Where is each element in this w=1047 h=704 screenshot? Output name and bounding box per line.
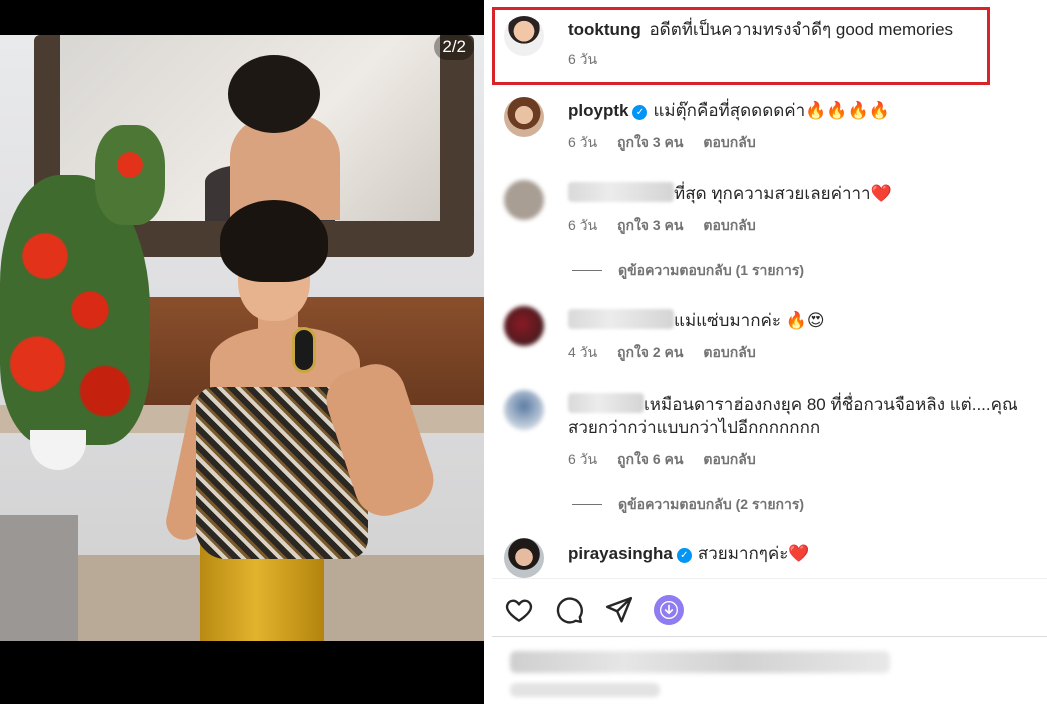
comment-username[interactable]: pirayasingha (568, 544, 673, 563)
download-icon[interactable] (654, 595, 684, 625)
blurred-username[interactable] (568, 309, 674, 329)
comment-text: ที่สุด ทุกความสวยเลยค่าาา❤️ (674, 184, 892, 203)
view-replies-label: ดูข้อความตอบกลับ (1 รายการ) (618, 262, 805, 278)
avatar[interactable] (504, 97, 544, 137)
avatar[interactable] (504, 306, 544, 346)
comment-text-line: pirayasingha ✓ สวยมากๆค่ะ❤️ (568, 542, 810, 565)
comment-text: แม่ตุ๊กคือที่สุดดดดค่า🔥🔥🔥🔥 (653, 101, 890, 120)
view-replies-button[interactable]: ดูข้อความตอบกลับ (2 รายการ) (572, 494, 804, 516)
replies-divider (572, 270, 602, 271)
comment-like-count[interactable]: ถูกใจ 2 คน (617, 344, 684, 360)
photo-hair (220, 200, 328, 282)
blurred-username[interactable] (568, 393, 644, 413)
heart-icon[interactable] (504, 595, 534, 625)
comment-meta: 6 วัน ถูกใจ 6 คน ตอบกลับ (568, 449, 772, 471)
likes-summary-area (492, 636, 1047, 704)
post-action-bar (492, 578, 1047, 636)
blurred-caption-text (510, 683, 660, 697)
avatar[interactable] (504, 538, 544, 578)
comment-meta: 6 วัน ถูกใจ 3 คน ตอบกลับ (568, 215, 772, 237)
comment-time[interactable]: 6 วัน (568, 451, 597, 467)
comment-time[interactable]: 6 วัน (568, 217, 597, 233)
share-icon[interactable] (604, 595, 634, 625)
comment-text-line: เหมือนดาราฮ่องกงยุค 80 ที่ชื่อกวนจือหลิง… (568, 393, 1038, 439)
photo-reflection-hair (228, 55, 320, 133)
avatar[interactable] (504, 390, 544, 430)
post-media: 2/2 (0, 0, 484, 704)
photo-necklace (292, 327, 316, 373)
comment-reply-button[interactable]: ตอบกลับ (703, 344, 755, 360)
comment-meta: 6 วัน ถูกใจ 3 คน ตอบกลับ (568, 132, 772, 154)
comment-text-line: แม่แซ่บมากค่ะ 🔥😍 (568, 309, 825, 332)
comment-like-count[interactable]: ถูกใจ 6 คน (617, 451, 684, 467)
view-replies-label: ดูข้อความตอบกลับ (2 รายการ) (618, 496, 805, 512)
media-counter: 2/2 (434, 34, 474, 60)
comment-icon[interactable] (554, 595, 584, 625)
comment-reply-button[interactable]: ตอบกลับ (703, 451, 755, 467)
post-photo[interactable] (0, 35, 484, 641)
comment-text: สวยมากๆค่ะ❤️ (697, 544, 810, 563)
verified-badge-icon: ✓ (676, 548, 692, 563)
highlight-box (492, 7, 990, 85)
comment-username[interactable]: ployptk (568, 101, 628, 120)
comment-like-count[interactable]: ถูกใจ 3 คน (617, 134, 684, 150)
avatar[interactable] (504, 180, 544, 220)
photo-vase (30, 430, 86, 470)
comment-reply-button[interactable]: ตอบกลับ (703, 217, 755, 233)
comment-time[interactable]: 6 วัน (568, 134, 597, 150)
comment-time[interactable]: 4 วัน (568, 344, 597, 360)
comment-like-count[interactable]: ถูกใจ 3 คน (617, 217, 684, 233)
blurred-likes-text (510, 651, 890, 673)
photo-stone-pillar (0, 515, 78, 641)
verified-badge-icon: ✓ (632, 105, 648, 120)
replies-divider (572, 504, 602, 505)
comment-text: แม่แซ่บมากค่ะ 🔥😍 (674, 311, 825, 330)
comment-reply-button[interactable]: ตอบกลับ (703, 134, 755, 150)
blurred-username[interactable] (568, 182, 674, 202)
photo-flowers-in-mirror (95, 125, 165, 225)
comment-text-line: ployptk ✓ แม่ตุ๊กคือที่สุดดดดค่า🔥🔥🔥🔥 (568, 99, 890, 122)
view-replies-button[interactable]: ดูข้อความตอบกลับ (1 รายการ) (572, 260, 804, 282)
comment-text-line: ที่สุด ทุกความสวยเลยค่าาา❤️ (568, 182, 892, 205)
comments-panel: tooktung อดีตที่เป็นความทรงจำดีๆ good me… (492, 0, 1047, 704)
comment-meta: 4 วัน ถูกใจ 2 คน ตอบกลับ (568, 342, 772, 364)
